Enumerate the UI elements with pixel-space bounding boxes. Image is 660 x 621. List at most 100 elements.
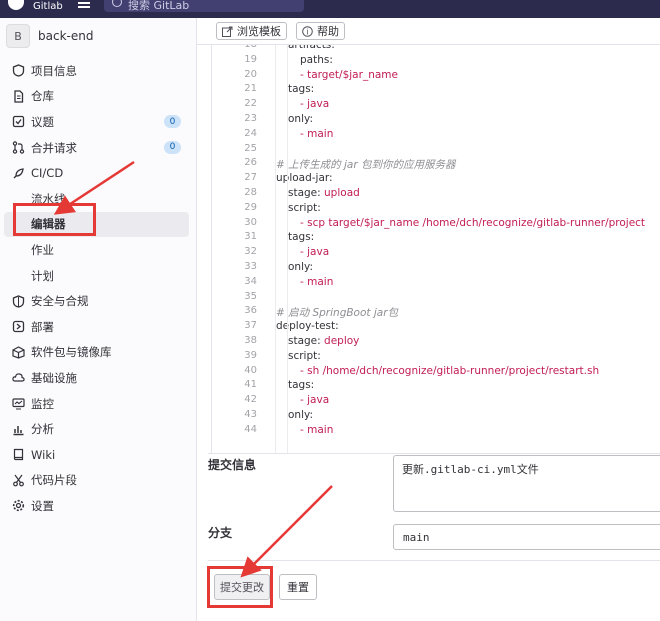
project-header[interactable]: B back-end — [6, 24, 93, 48]
code-token: only: — [288, 113, 313, 125]
book-icon — [11, 448, 25, 462]
external-link-icon — [222, 26, 233, 37]
code-text: - sh /home/dch/recognize/gitlab-runner/p… — [300, 365, 599, 377]
help-label: 帮助 — [317, 25, 339, 38]
sidebar-item-0[interactable]: 项目信息 — [0, 58, 197, 84]
code-text: only: — [288, 261, 313, 273]
doc-icon — [11, 89, 25, 103]
code-line: 29 script: — [212, 201, 660, 216]
annotation-box-editor — [13, 203, 96, 236]
code-token: - main — [300, 275, 334, 288]
commit-message-input[interactable]: 更新.gitlab-ci.yml文件 — [393, 455, 660, 512]
sidebar-item-16[interactable]: 代码片段 — [0, 468, 197, 494]
info-icon — [11, 64, 25, 78]
line-number: 34 — [244, 275, 257, 287]
sidebar-item-label: 安全与合规 — [31, 294, 89, 309]
chart-icon — [11, 422, 25, 436]
code-token: # 启动 SpringBoot jar包 — [276, 307, 399, 320]
sidebar-item-9[interactable]: 安全与合规 — [0, 288, 197, 314]
code-line: 28 stage: upload — [212, 186, 660, 201]
sidebar-item-14[interactable]: 分析 — [0, 416, 197, 442]
yaml-editor[interactable]: 18 artifacts: 19 paths: 20 - target/$jar_name… — [211, 45, 660, 453]
code-line: 37 deploy-test: — [212, 319, 660, 334]
line-number: 33 — [244, 261, 257, 272]
help-button[interactable]: i 帮助 — [296, 22, 345, 40]
code-token: artifacts: — [288, 45, 335, 51]
code-text: only: — [288, 409, 313, 421]
code-line: 38 stage: deploy — [212, 334, 660, 349]
code-line: 43 only: — [212, 408, 660, 423]
line-number: 27 — [244, 172, 257, 184]
line-number: 20 — [244, 68, 257, 80]
line-number: 28 — [244, 187, 257, 198]
line-number: 22 — [244, 98, 257, 110]
code-text: artifacts: — [288, 45, 335, 51]
code-line: 35 — [212, 290, 660, 305]
divider — [208, 453, 660, 454]
svg-text:i: i — [306, 27, 308, 36]
code-line: 25 — [212, 142, 660, 157]
hamburger-menu-icon[interactable] — [78, 2, 90, 10]
code-token: upload — [324, 187, 360, 199]
sidebar-item-8[interactable]: 计划 — [0, 263, 197, 289]
code-text: - target/$jar_name — [300, 69, 398, 81]
code-token: only: — [288, 409, 313, 421]
line-number: 36 — [244, 305, 257, 317]
search-input[interactable]: 搜索 GitLab — [104, 0, 304, 12]
brand-name[interactable]: Gitlab — [33, 1, 63, 12]
code-line: 34 - main — [212, 275, 660, 290]
code-token: - java — [300, 246, 330, 259]
gitlab-logo-icon[interactable] — [8, 0, 24, 10]
code-token: stage: — [288, 187, 325, 199]
avatar: B — [6, 24, 30, 48]
branch-input[interactable]: main — [393, 524, 660, 550]
project-name: back-end — [38, 29, 94, 43]
code-line: 33 only: — [212, 260, 660, 275]
code-text: - main — [300, 424, 333, 436]
line-number: 37 — [244, 320, 257, 332]
line-number: 43 — [244, 409, 257, 420]
sidebar-item-10[interactable]: 部署 — [0, 314, 197, 340]
line-number: 21 — [244, 83, 257, 95]
sidebar-item-15[interactable]: Wiki — [0, 442, 197, 468]
code-token: - target/$jar_name — [300, 68, 398, 81]
sidebar-item-label: 分析 — [31, 422, 54, 437]
top-bar: Gitlab 搜索 GitLab — [0, 0, 660, 18]
sidebar-item-3[interactable]: 合并请求 0 — [0, 135, 197, 161]
code-token: paths: — [300, 53, 333, 66]
sidebar-item-17[interactable]: 设置 — [0, 493, 197, 519]
reset-button[interactable]: 重置 — [279, 574, 317, 600]
code-line: 22 - java — [212, 97, 660, 112]
branch-label: 分支 — [208, 526, 233, 540]
rocket-icon — [11, 166, 25, 180]
line-number: 29 — [244, 201, 257, 213]
line-number: 24 — [244, 127, 257, 139]
sidebar-item-4[interactable]: CI/CD — [0, 160, 197, 186]
sidebar-item-1[interactable]: 仓库 — [0, 84, 197, 110]
sidebar-item-12[interactable]: 基础设施 — [0, 365, 197, 391]
code-line: 30 - scp target/$jar_name /home/dch/recog… — [212, 216, 660, 231]
browse-templates-button[interactable]: 浏览模板 — [216, 22, 287, 40]
code-token: # 上传生成的 jar 包到你的应用服务器 — [276, 159, 456, 172]
code-text: - java — [300, 394, 329, 406]
sidebar-item-11[interactable]: 软件包与镜像库 — [0, 340, 197, 366]
shield-icon — [11, 294, 25, 308]
gear-icon — [11, 499, 25, 513]
code-token: tags: — [288, 231, 315, 244]
monitor-icon — [11, 397, 25, 411]
sidebar-item-13[interactable]: 监控 — [0, 391, 197, 417]
line-number: 39 — [244, 349, 257, 361]
line-number: 41 — [244, 379, 257, 391]
commit-message-label: 提交信息 — [208, 458, 257, 472]
code-token: - main — [300, 127, 334, 140]
code-text: upload-jar: — [276, 172, 333, 184]
annotation-box-commit — [207, 566, 273, 608]
code-text: - java — [300, 98, 329, 110]
sidebar-item-7[interactable]: 作业 — [0, 237, 197, 263]
deploy-icon — [11, 320, 25, 334]
line-number: 18 — [212, 45, 257, 50]
line-number: 32 — [244, 246, 257, 258]
sidebar-item-2[interactable]: 议题 0 — [0, 109, 197, 135]
package-icon — [11, 345, 25, 359]
code-line: 32 - java — [212, 245, 660, 260]
